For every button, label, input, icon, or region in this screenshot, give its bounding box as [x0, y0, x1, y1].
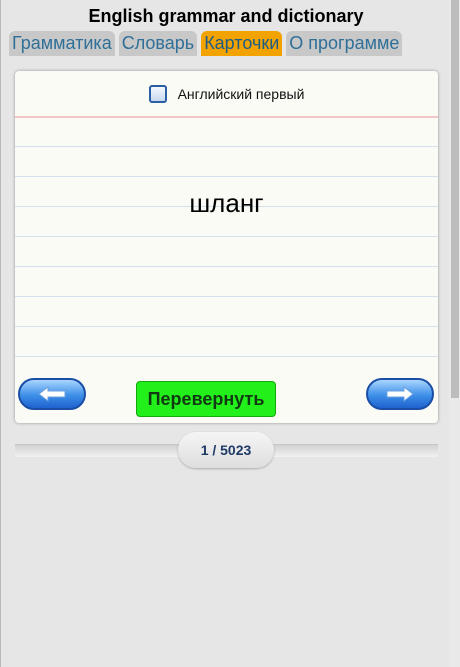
card-word: шланг: [189, 188, 264, 218]
tab-dictionary[interactable]: Словарь: [118, 31, 198, 56]
next-card-button[interactable]: [366, 378, 434, 410]
tab-cards[interactable]: Карточки: [201, 31, 283, 56]
scrollbar-thumb[interactable]: [451, 0, 459, 398]
ruled-line: [15, 356, 438, 357]
tab-bar: Грамматика Словарь Карточки О программе: [9, 31, 403, 56]
ruled-line: [15, 266, 438, 267]
ruled-line: [15, 296, 438, 297]
flashcard: Английский первый шланг Перевернуть: [15, 71, 438, 423]
arrow-right-icon: [386, 386, 414, 402]
card-header: Английский первый: [15, 71, 438, 118]
tab-about[interactable]: О программе: [286, 31, 403, 56]
page-counter: 1 / 5023: [178, 432, 274, 468]
ruled-line: [15, 236, 438, 237]
flip-card-button[interactable]: Перевернуть: [136, 381, 276, 417]
english-first-label[interactable]: Английский первый: [178, 86, 305, 102]
app-title: English grammar and dictionary: [88, 6, 364, 26]
vertical-scrollbar[interactable]: [449, 0, 460, 667]
arrow-left-icon: [38, 386, 66, 402]
english-first-checkbox[interactable]: [148, 84, 167, 103]
app-window: English grammar and dictionary Грамматик…: [0, 0, 460, 667]
tab-grammar[interactable]: Грамматика: [9, 31, 115, 56]
previous-card-button[interactable]: [18, 378, 86, 410]
ruled-line: [15, 146, 438, 147]
ruled-line: [15, 176, 438, 177]
ruled-line: [15, 326, 438, 327]
